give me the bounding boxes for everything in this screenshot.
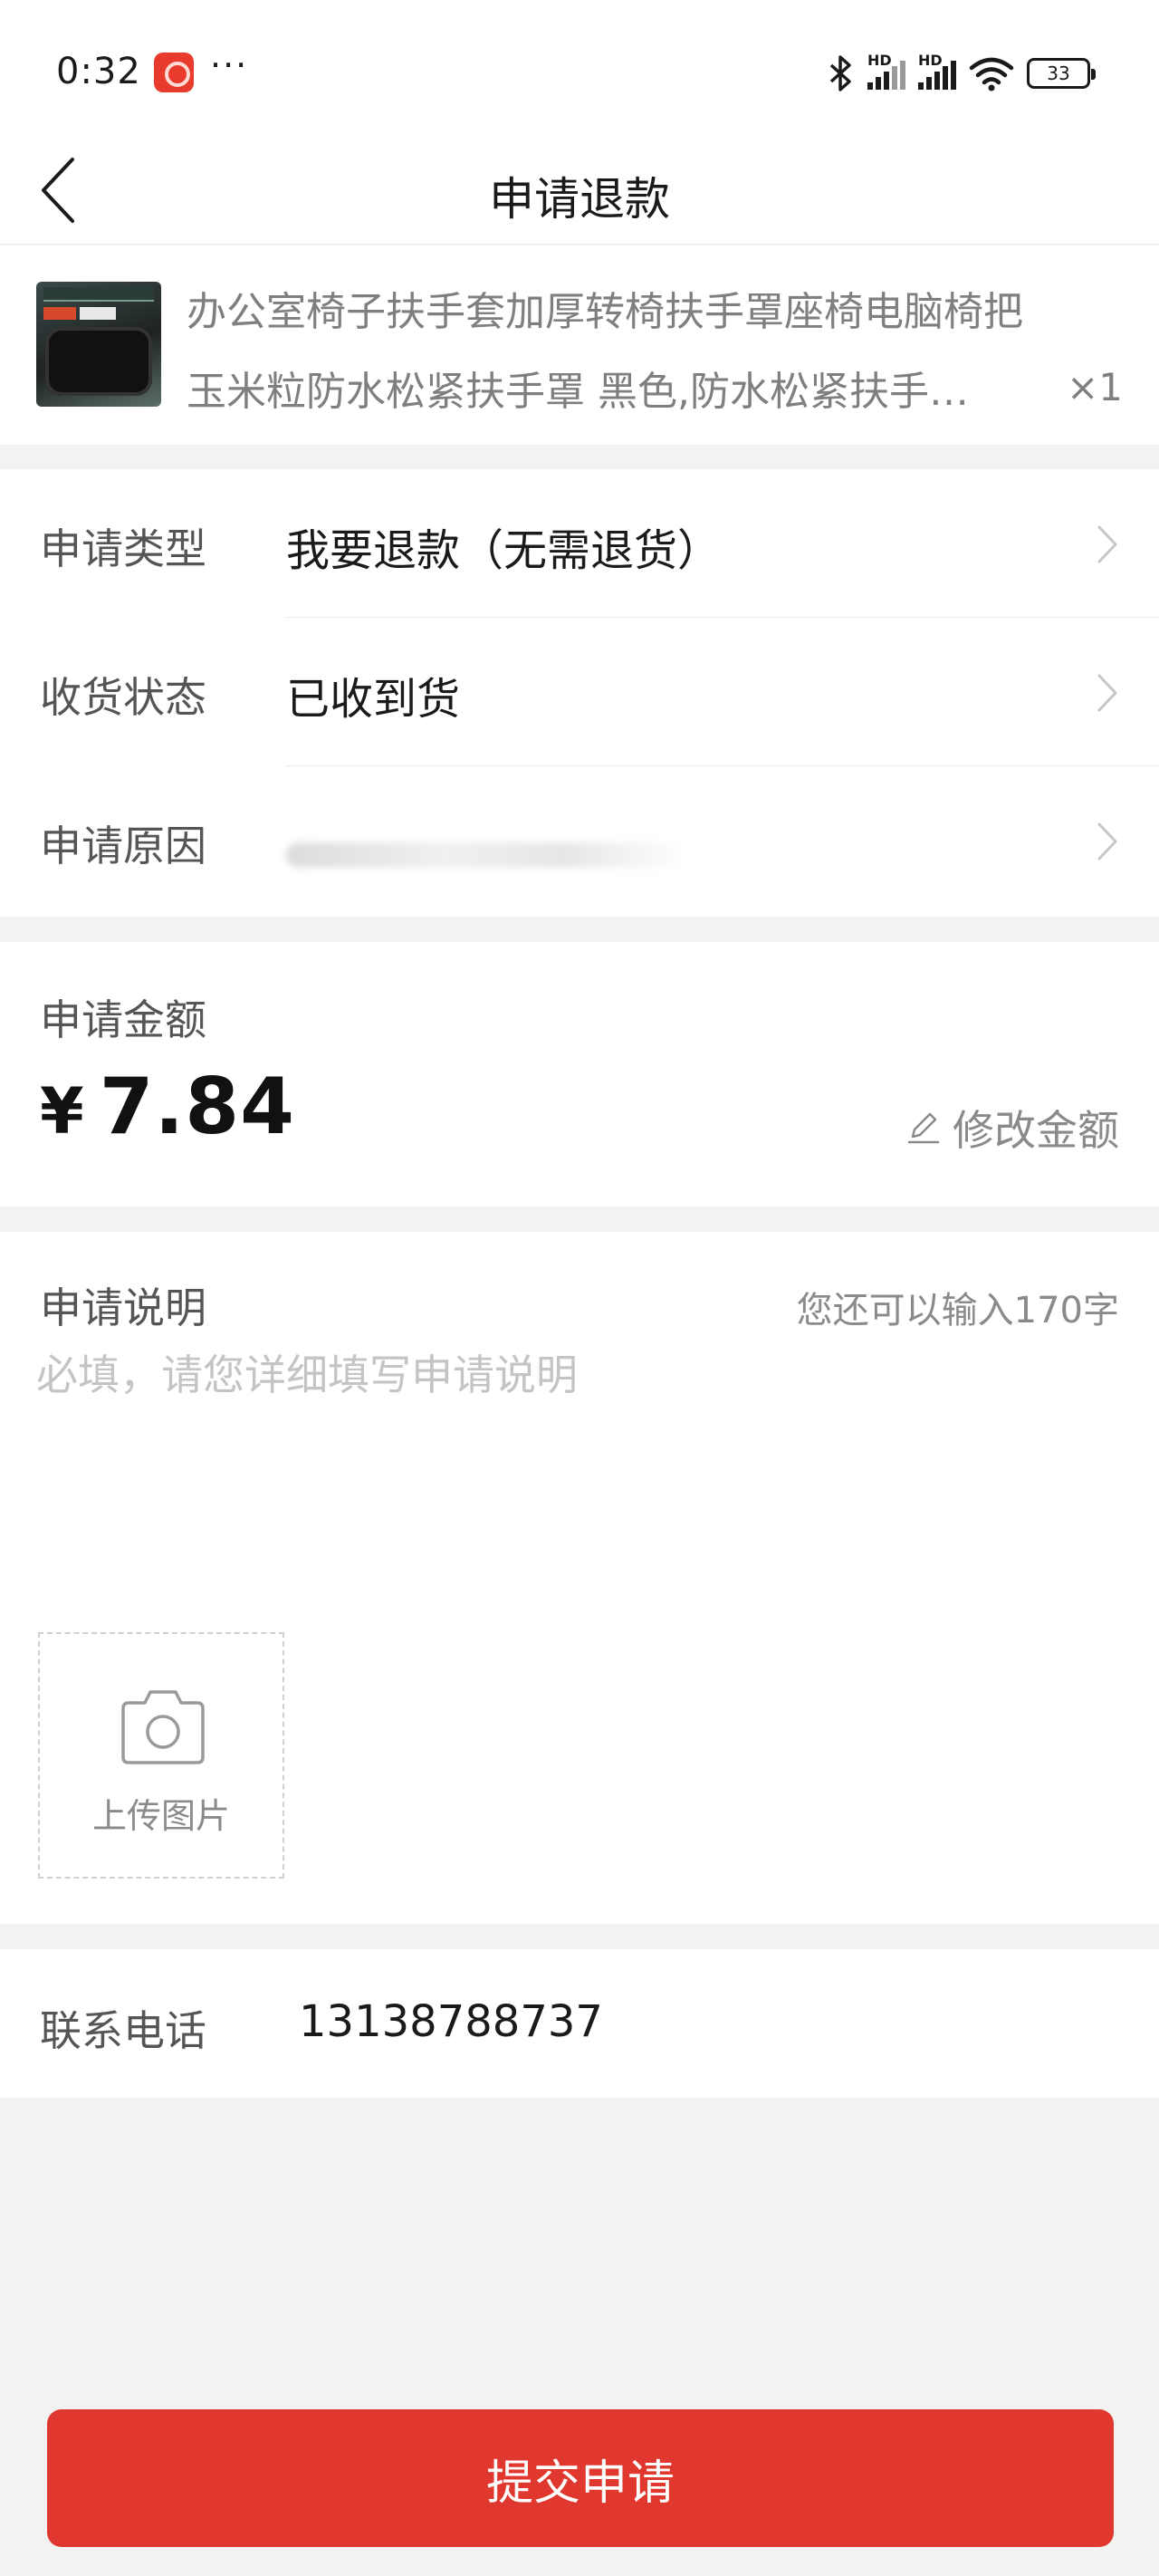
chevron-right-icon — [1097, 525, 1117, 563]
signal-1-icon: HD — [867, 52, 905, 90]
more-notifications-icon: ··· — [210, 45, 249, 85]
chevron-right-icon — [1097, 822, 1117, 860]
wifi-icon — [969, 57, 1014, 91]
pencil-icon — [907, 1112, 940, 1144]
product-title-line2: 玉米粒防水松紧扶手罩 黑色,防水松紧扶手… — [187, 369, 969, 415]
contact-phone-label: 联系电话 — [40, 2006, 206, 2055]
contact-phone-input[interactable] — [299, 1996, 1023, 2047]
description-label: 申请说明 — [40, 1283, 206, 1332]
form-row-reason[interactable]: 申请原因 — [0, 766, 1159, 915]
receipt-status-value: 已收到货 — [286, 674, 461, 725]
contact-phone-row: 联系电话 — [0, 1949, 1159, 2098]
receipt-status-label: 收货状态 — [40, 673, 206, 722]
chevron-right-icon — [1097, 674, 1117, 712]
currency-symbol: ¥ — [40, 1074, 85, 1149]
status-bar: 0:32 ··· HD HD 33 — [0, 0, 1159, 136]
product-quantity: ×1 — [1067, 365, 1123, 409]
description-card: 申请说明 您还可以输入170字 上传图片 — [0, 1232, 1159, 1924]
battery-icon: 33 — [1027, 58, 1096, 89]
reason-redacted — [286, 842, 685, 868]
character-counter: 您还可以输入170字 — [796, 1290, 1119, 1331]
amount-value: ¥7.84 — [40, 1062, 295, 1152]
product-title: 办公室椅子扶手套加厚转椅扶手罩座椅电脑椅把 玉米粒防水松紧扶手罩 黑色,防水松紧… — [187, 273, 1101, 432]
page-title: 申请退款 — [489, 173, 670, 226]
amount-card: 申请金额 ¥7.84 修改金额 — [0, 942, 1159, 1206]
refund-form: 申请类型 我要退款（无需退货） 收货状态 已收到货 申请原因 — [0, 469, 1159, 917]
nav-bar: 申请退款 — [0, 136, 1159, 245]
app-notification-icon — [154, 53, 194, 92]
camera-icon — [121, 1690, 205, 1764]
upload-image-label: 上传图片 — [91, 1796, 230, 1836]
status-time: 0:32 — [56, 51, 141, 92]
request-type-value: 我要退款（无需退货） — [286, 525, 722, 576]
amount-number: 7.84 — [99, 1062, 295, 1152]
request-type-label: 申请类型 — [40, 524, 206, 573]
edit-amount-button[interactable]: 修改金额 — [905, 1098, 1119, 1158]
product-card[interactable]: 办公室椅子扶手套加厚转椅扶手罩座椅电脑椅把 玉米粒防水松紧扶手罩 黑色,防水松紧… — [0, 245, 1159, 445]
upload-image-button[interactable]: 上传图片 — [38, 1632, 284, 1879]
edit-amount-label: 修改金额 — [953, 1106, 1119, 1155]
product-title-line1: 办公室椅子扶手套加厚转椅扶手罩座椅电脑椅把 — [187, 289, 1023, 335]
form-row-receipt-status[interactable]: 收货状态 已收到货 — [0, 618, 1159, 766]
product-thumbnail — [36, 282, 161, 407]
form-row-request-type[interactable]: 申请类型 我要退款（无需退货） — [0, 469, 1159, 618]
submit-button[interactable]: 提交申请 — [47, 2409, 1114, 2547]
description-input[interactable] — [36, 1342, 1123, 1578]
bluetooth-icon — [829, 55, 851, 91]
signal-2-icon: HD — [918, 52, 956, 90]
status-icons: HD HD 33 — [828, 52, 1096, 94]
reason-label: 申请原因 — [40, 822, 206, 870]
amount-label: 申请金额 — [40, 995, 206, 1044]
